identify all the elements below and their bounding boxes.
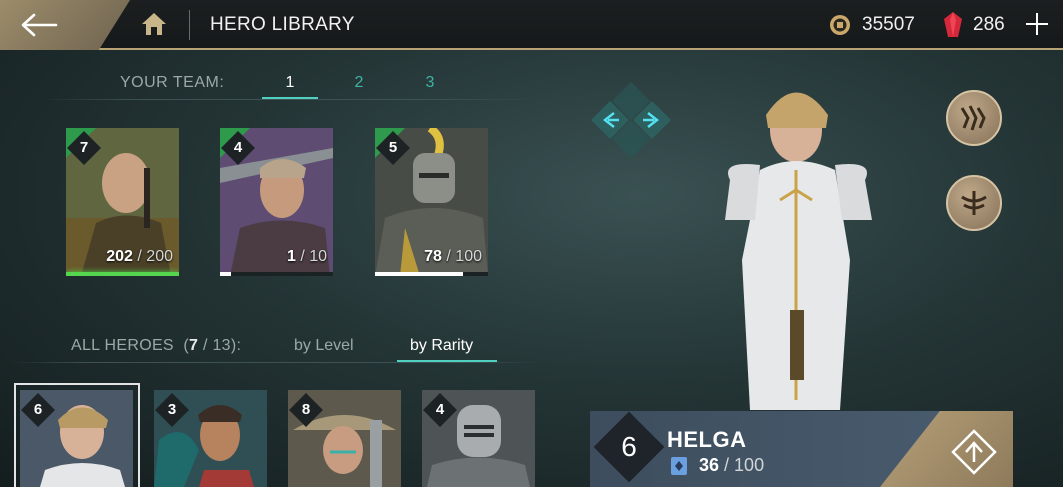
previous-hero-button[interactable]	[591, 101, 629, 139]
hero-level: 5	[388, 139, 398, 156]
hero-card-icon	[671, 457, 687, 475]
next-hero-button[interactable]	[633, 101, 671, 139]
selected-hero-name: HELGA	[667, 427, 747, 452]
gem-balance: 286	[973, 14, 1005, 35]
card-progress: 202 / 200	[106, 248, 173, 266]
back-button[interactable]	[0, 0, 130, 50]
progress-current: 202	[106, 248, 133, 265]
team-tab-3[interactable]: 3	[402, 74, 458, 92]
hero-figure-helga	[725, 92, 872, 410]
card-progress: 1 / 10	[287, 248, 327, 266]
roster-hero-card-3[interactable]: 8	[288, 390, 401, 487]
team-hero-card-2[interactable]: 4 1 / 10	[220, 128, 333, 276]
team-hero-card-3[interactable]: 5 78 / 100	[375, 128, 488, 276]
skill-button-2[interactable]	[946, 175, 1002, 231]
lightning-emblem-icon	[960, 105, 986, 131]
progress-max: / 100	[446, 248, 482, 265]
progress-max: / 10	[300, 248, 327, 265]
hero-progress-current: 36	[699, 455, 720, 475]
progress-current: 1	[286, 248, 296, 265]
all-heroes-label: ALL HEROES (7 / 13):	[71, 337, 241, 355]
heroes-owned-count: 7	[189, 337, 199, 354]
progress-current: 78	[424, 248, 442, 265]
top-bar: HERO LIBRARY 35507 286	[0, 0, 1063, 50]
selected-hero-level: 6	[621, 431, 637, 462]
progress-fill	[220, 272, 232, 276]
hero-level: 3	[167, 401, 177, 418]
your-team-label: YOUR TEAM:	[120, 74, 225, 91]
heroes-total-count: / 13):	[202, 337, 242, 354]
team-tab-2[interactable]: 2	[331, 74, 387, 92]
roster-hero-card-2[interactable]: 3	[154, 390, 267, 487]
team-tab-1[interactable]: 1	[262, 74, 318, 92]
roster-hero-card-4[interactable]: 4	[422, 390, 535, 487]
add-currency-button[interactable]	[1024, 11, 1050, 37]
team-hero-card-1[interactable]: 7 202 / 200	[66, 128, 179, 276]
page-title: HERO LIBRARY	[210, 14, 355, 35]
home-icon[interactable]	[140, 11, 168, 37]
hero-level: 8	[301, 401, 311, 418]
sort-by-rarity-tab[interactable]: by Rarity	[410, 337, 473, 355]
card-progress: 78 / 100	[424, 248, 482, 266]
coin-balance: 35507	[862, 14, 915, 35]
gem-icon	[944, 12, 962, 37]
progress-track	[375, 272, 488, 276]
back-arrow-icon	[21, 13, 58, 37]
topbar-divider	[189, 10, 190, 40]
hero-level: 4	[233, 139, 243, 156]
coin-icon	[830, 15, 850, 35]
progress-max: / 200	[137, 248, 173, 265]
all-heroes-title: ALL HEROES	[71, 337, 174, 354]
progress-track	[220, 272, 333, 276]
selected-hero-progress: 36 / 100	[699, 455, 764, 476]
sort-divider	[10, 362, 540, 363]
skill-button-1[interactable]	[946, 90, 1002, 146]
sort-by-level-tab[interactable]: by Level	[294, 337, 354, 355]
winged-emblem-icon	[961, 191, 987, 215]
progress-fill	[66, 272, 179, 276]
progress-track	[66, 272, 179, 276]
progress-fill	[375, 272, 464, 276]
selected-card-frame	[14, 383, 140, 487]
hero-level: 7	[79, 139, 89, 156]
upgrade-arrow-icon[interactable]	[950, 428, 998, 476]
team-divider	[40, 99, 540, 100]
hero-level: 4	[435, 401, 445, 418]
hero-progress-max: / 100	[724, 455, 765, 475]
